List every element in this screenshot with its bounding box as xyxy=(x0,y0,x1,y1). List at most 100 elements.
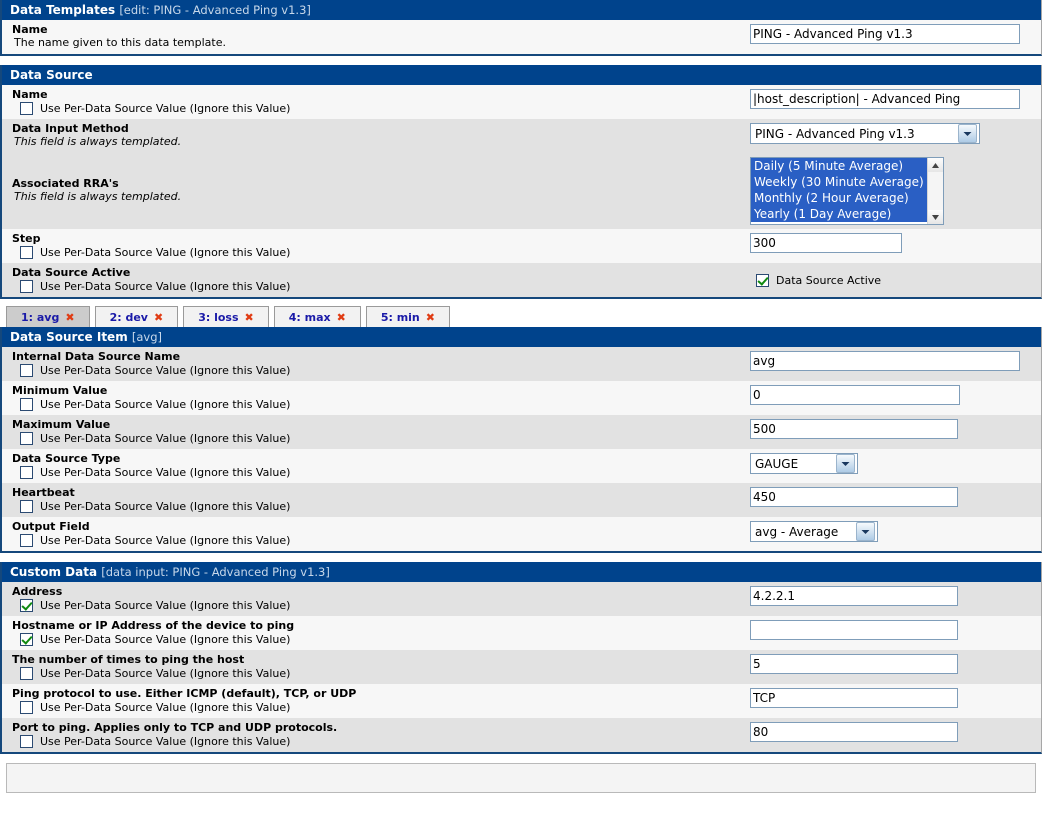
data-source-type-select[interactable]: GAUGE xyxy=(750,453,858,474)
heartbeat-per-value-checkbox[interactable] xyxy=(20,500,33,513)
tab-ds-item-2[interactable]: 2: dev ✖ xyxy=(94,306,179,327)
custom-ping-count-per-value-row[interactable]: Use Per-Data Source Value (Ignore this V… xyxy=(12,667,742,680)
custom-ping-count-per-value-checkbox[interactable] xyxy=(20,667,33,680)
minimum-value-per-value-row[interactable]: Use Per-Data Source Value (Ignore this V… xyxy=(12,398,742,411)
custom-address-input[interactable] xyxy=(750,586,958,606)
ds-name-per-value-row[interactable]: Use Per-Data Source Value (Ignore this V… xyxy=(12,102,742,115)
data-source-type-per-value-row[interactable]: Use Per-Data Source Value (Ignore this V… xyxy=(12,466,742,479)
data-source-type-label: Data Source Type xyxy=(12,452,121,465)
custom-address-per-value-row[interactable]: Use Per-Data Source Value (Ignore this V… xyxy=(12,599,742,612)
ds-name-input[interactable] xyxy=(750,89,1020,109)
custom-data-header: Custom Data [data input: PING - Advanced… xyxy=(2,562,1041,582)
tab-ds-item-1[interactable]: 1: avg ✖ xyxy=(6,306,90,327)
custom-ping-port-input[interactable] xyxy=(750,722,958,742)
heartbeat-per-value-row[interactable]: Use Per-Data Source Value (Ignore this V… xyxy=(12,500,742,513)
associated-rras-listbox[interactable]: Daily (5 Minute Average) Weekly (30 Minu… xyxy=(750,157,944,225)
internal-ds-name-per-value-row[interactable]: Use Per-Data Source Value (Ignore this V… xyxy=(12,364,742,377)
data-source-item-section: Data Source Item [avg] Internal Data Sou… xyxy=(0,327,1042,553)
row-custom-ping-port: Port to ping. Applies only to TCP and UD… xyxy=(2,718,1041,752)
tab-label: 1: avg xyxy=(21,310,60,324)
tab-label: 3: loss xyxy=(198,310,239,324)
ds-name-per-value-checkbox[interactable] xyxy=(20,102,33,115)
row-output-field: Output Field Use Per-Data Source Value (… xyxy=(2,517,1041,551)
data-input-method-field-cell: PING - Advanced Ping v1.3 xyxy=(746,119,1041,153)
tab-ds-item-3[interactable]: 3: loss ✖ xyxy=(183,306,269,327)
step-per-value-checkbox[interactable] xyxy=(20,246,33,259)
associated-rras-label: Associated RRA's xyxy=(12,177,119,190)
data-input-method-selected-value: PING - Advanced Ping v1.3 xyxy=(755,126,915,141)
chevron-down-icon[interactable] xyxy=(836,454,855,473)
associated-rras-description: This field is always templated. xyxy=(14,190,182,203)
custom-hostname-input[interactable] xyxy=(750,620,958,640)
minimum-value-label-cell: Minimum Value Use Per-Data Source Value … xyxy=(2,381,746,415)
scroll-down-icon[interactable] xyxy=(928,210,943,224)
associated-rras-scrollbar[interactable] xyxy=(927,158,943,224)
associated-rras-options: Daily (5 Minute Average) Weekly (30 Minu… xyxy=(751,158,927,224)
scrollbar-track[interactable] xyxy=(928,172,943,210)
data-source-type-label-cell: Data Source Type Use Per-Data Source Val… xyxy=(2,449,746,483)
maximum-value-per-value-checkbox[interactable] xyxy=(20,432,33,445)
custom-ping-count-field-cell xyxy=(746,650,1041,684)
output-field-per-value-checkbox[interactable] xyxy=(20,534,33,547)
data-input-method-label: Data Input Method xyxy=(12,122,129,135)
maximum-value-per-value-row[interactable]: Use Per-Data Source Value (Ignore this V… xyxy=(12,432,742,445)
custom-hostname-per-value-checkbox[interactable] xyxy=(20,633,33,646)
custom-ping-port-per-value-checkbox[interactable] xyxy=(20,735,33,748)
list-item[interactable]: Daily (5 Minute Average) xyxy=(751,158,927,174)
close-icon[interactable]: ✖ xyxy=(245,311,254,324)
data-source-header-title: Data Source xyxy=(10,68,93,82)
heartbeat-per-value-label: Use Per-Data Source Value (Ignore this V… xyxy=(40,500,291,513)
action-bar xyxy=(6,763,1036,793)
list-item[interactable]: Monthly (2 Hour Average) xyxy=(751,190,927,206)
ds-name-field-cell xyxy=(746,85,1041,119)
data-input-method-select[interactable]: PING - Advanced Ping v1.3 xyxy=(750,123,980,144)
data-input-method-label-cell: Data Input Method This field is always t… xyxy=(2,119,746,153)
tab-ds-item-5[interactable]: 5: min ✖ xyxy=(365,306,450,327)
template-name-label: Name xyxy=(12,23,48,36)
custom-ping-port-per-value-row[interactable]: Use Per-Data Source Value (Ignore this V… xyxy=(12,735,742,748)
custom-ping-protocol-per-value-row[interactable]: Use Per-Data Source Value (Ignore this V… xyxy=(12,701,742,714)
step-input[interactable] xyxy=(750,233,902,253)
template-name-label-cell: Name The name given to this data templat… xyxy=(2,20,746,54)
custom-address-per-value-checkbox[interactable] xyxy=(20,599,33,612)
custom-address-label-cell: Address Use Per-Data Source Value (Ignor… xyxy=(2,582,746,616)
heartbeat-input[interactable] xyxy=(750,487,958,507)
data-source-active-per-value-checkbox[interactable] xyxy=(20,280,33,293)
list-item[interactable]: Yearly (1 Day Average) xyxy=(751,206,927,222)
scroll-up-icon[interactable] xyxy=(928,158,943,172)
template-name-input[interactable] xyxy=(750,24,1020,44)
list-item[interactable]: Weekly (30 Minute Average) xyxy=(751,174,927,190)
internal-ds-name-per-value-checkbox[interactable] xyxy=(20,364,33,377)
output-field-per-value-row[interactable]: Use Per-Data Source Value (Ignore this V… xyxy=(12,534,742,547)
data-source-active-per-value-row[interactable]: Use Per-Data Source Value (Ignore this V… xyxy=(12,280,742,293)
heartbeat-label-cell: Heartbeat Use Per-Data Source Value (Ign… xyxy=(2,483,746,517)
data-source-header: Data Source xyxy=(2,65,1041,85)
custom-hostname-per-value-row[interactable]: Use Per-Data Source Value (Ignore this V… xyxy=(12,633,742,646)
data-source-active-label: Data Source Active xyxy=(12,266,131,279)
close-icon[interactable]: ✖ xyxy=(426,311,435,324)
data-source-active-label-cell: Data Source Active Use Per-Data Source V… xyxy=(2,263,746,297)
data-source-type-per-value-checkbox[interactable] xyxy=(20,466,33,479)
custom-ping-protocol-input[interactable] xyxy=(750,688,958,708)
tab-ds-item-4[interactable]: 4: max ✖ xyxy=(273,306,361,327)
data-source-item-header-subtitle: [avg] xyxy=(131,330,163,344)
maximum-value-input[interactable] xyxy=(750,419,958,439)
output-field-select[interactable]: avg - Average xyxy=(750,521,878,542)
data-source-active-checkbox[interactable] xyxy=(756,274,769,287)
custom-ping-count-input[interactable] xyxy=(750,654,958,674)
output-field-per-value-label: Use Per-Data Source Value (Ignore this V… xyxy=(40,534,291,547)
row-ds-name: Name Use Per-Data Source Value (Ignore t… xyxy=(2,85,1041,119)
data-source-active-toggle-row[interactable]: Data Source Active xyxy=(756,274,881,287)
close-icon[interactable]: ✖ xyxy=(65,311,74,324)
page-root: Data Templates [edit: PING - Advanced Pi… xyxy=(0,0,1042,793)
minimum-value-label: Minimum Value xyxy=(12,384,108,397)
minimum-value-input[interactable] xyxy=(750,385,960,405)
close-icon[interactable]: ✖ xyxy=(337,311,346,324)
chevron-down-icon[interactable] xyxy=(958,124,977,143)
close-icon[interactable]: ✖ xyxy=(154,311,163,324)
custom-ping-protocol-per-value-checkbox[interactable] xyxy=(20,701,33,714)
step-per-value-row[interactable]: Use Per-Data Source Value (Ignore this V… xyxy=(12,246,742,259)
chevron-down-icon[interactable] xyxy=(856,522,875,541)
minimum-value-per-value-checkbox[interactable] xyxy=(20,398,33,411)
internal-ds-name-input[interactable] xyxy=(750,351,1020,371)
